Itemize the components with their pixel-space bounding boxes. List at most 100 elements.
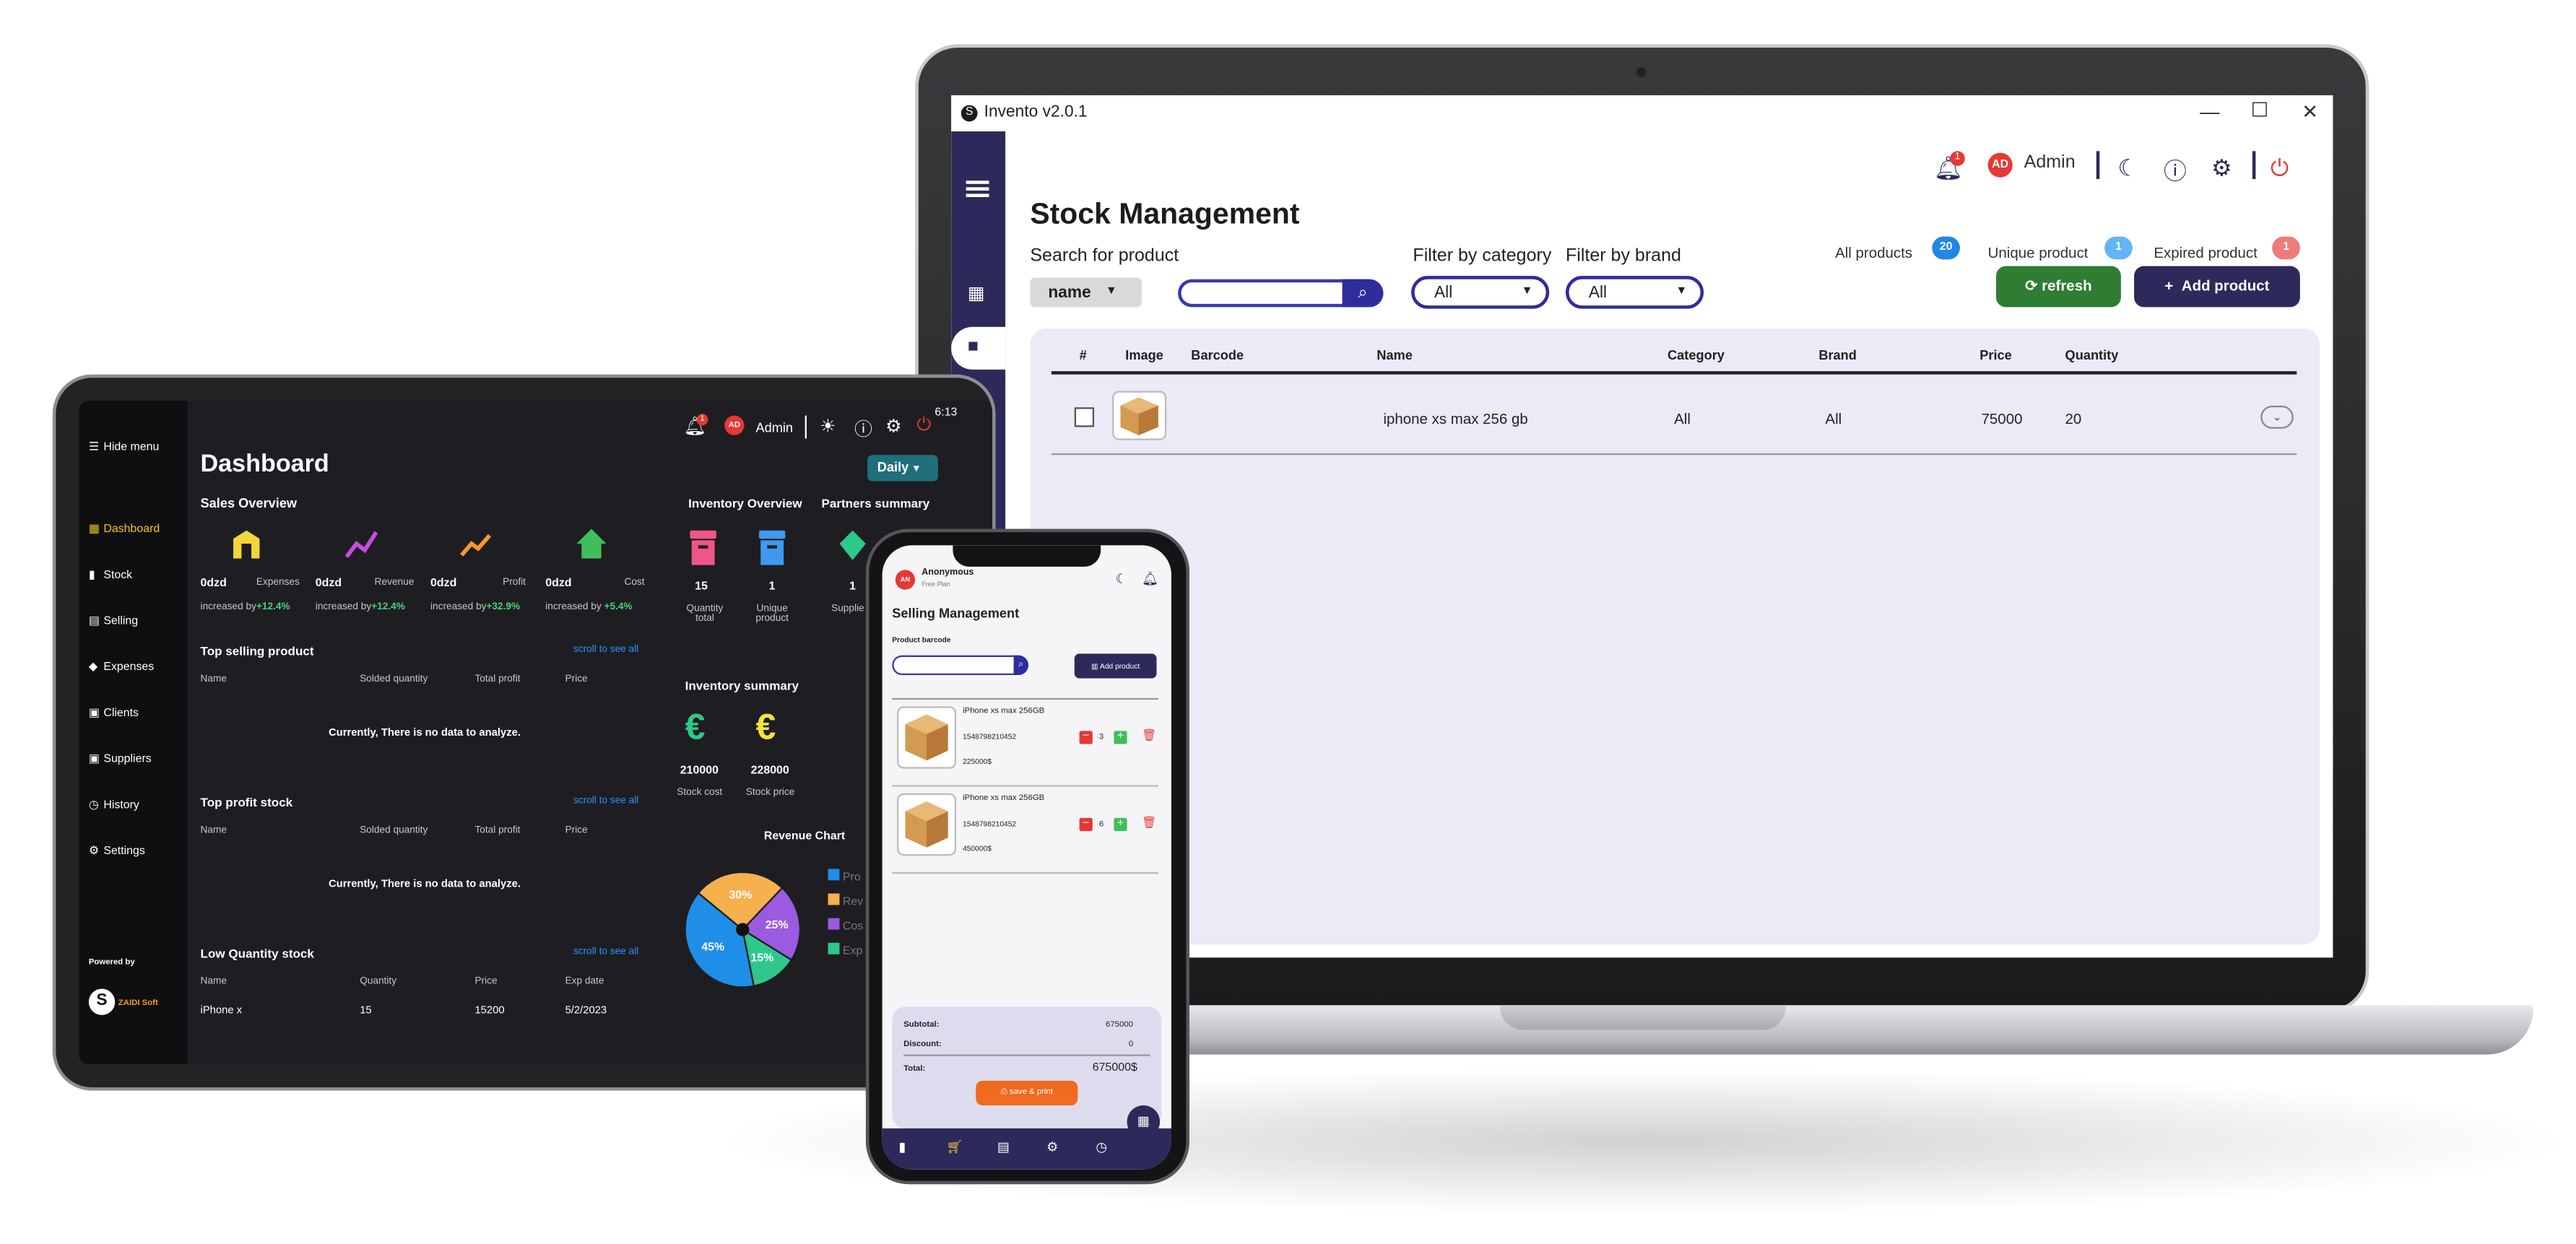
category-filter-dropdown[interactable]: All ▼ xyxy=(1411,276,1550,309)
history-icon[interactable]: ◷ xyxy=(1096,1140,1107,1154)
cart-item[interactable]: iPhone xs max 256GB 1548798210452 450000… xyxy=(892,790,1158,869)
powered-by-label: Powered by xyxy=(88,957,135,967)
search-icon[interactable]: ⌕ xyxy=(1342,279,1384,308)
product-table: # Image Barcode Name Category Brand Pric… xyxy=(1030,328,2320,945)
sidebar-item-clients[interactable]: ▣ Clients xyxy=(89,706,139,719)
sidebar-item-settings[interactable]: ⚙ Settings xyxy=(89,844,145,858)
quantity-total-value: 15 xyxy=(695,581,708,593)
sun-icon[interactable]: ☀ xyxy=(820,416,836,437)
hide-menu-button[interactable]: ☰ Hide menu xyxy=(89,440,160,453)
product-thumbnail xyxy=(1112,391,1167,440)
divider xyxy=(892,871,1158,874)
info-icon[interactable]: ⓘ xyxy=(2164,155,2187,187)
add-product-button[interactable]: ▥ Add product xyxy=(1074,653,1157,679)
menu-icon: ☰ xyxy=(88,441,100,453)
sidebar-item-label: Dashboard xyxy=(103,523,160,536)
row-price: 75000 xyxy=(1981,410,2023,427)
gear-icon[interactable]: ⚙ xyxy=(885,416,901,437)
legend-label: Cos xyxy=(842,921,864,934)
sidebar-item-expenses[interactable]: ◆ Expenses xyxy=(89,661,154,674)
sidebar-item-selling[interactable]: ▤ Selling xyxy=(89,614,138,627)
top-profit-link[interactable]: scroll to see all xyxy=(573,796,638,806)
gear-icon[interactable]: ⚙ xyxy=(2211,155,2232,183)
profit-icon xyxy=(460,526,493,562)
pie-slice-label: 25% xyxy=(766,919,789,931)
avatar[interactable]: AD xyxy=(724,415,745,435)
low-qty-cell: 15 xyxy=(360,1005,372,1017)
user-name[interactable]: Admin xyxy=(2024,153,2076,173)
sidebar-item-history[interactable]: ◷ History xyxy=(89,799,139,812)
decrement-button[interactable]: − xyxy=(1079,731,1093,744)
user-name[interactable]: Admin xyxy=(755,420,793,435)
receipt-icon[interactable]: ▤ xyxy=(997,1140,1010,1154)
sidebar-item-dashboard[interactable]: ▦ Dashboard xyxy=(89,522,160,536)
row-checkbox[interactable] xyxy=(1074,407,1095,427)
trash-icon[interactable]: 🗑︎ xyxy=(1142,729,1156,742)
brand-logo-icon: S xyxy=(88,988,116,1015)
top-profit-title: Top profit stock xyxy=(200,795,293,810)
add-product-button[interactable]: + Add product xyxy=(2134,266,2300,308)
refresh-button[interactable]: ⟳ refresh xyxy=(1996,266,2121,308)
save-print-button[interactable]: ⎙ save & print xyxy=(976,1080,1078,1106)
item-qty: 6 xyxy=(1098,819,1104,830)
stat-label-expired: Expired product xyxy=(2154,244,2258,261)
gear-icon[interactable]: ⚙ xyxy=(1046,1140,1058,1154)
divider xyxy=(903,1054,1150,1056)
minimize-icon[interactable]: — xyxy=(2200,100,2219,123)
avatar[interactable]: AD xyxy=(1987,152,2013,178)
barcode-input[interactable] xyxy=(892,655,1027,675)
sidebar-item-label: Expenses xyxy=(103,661,155,674)
menu-icon[interactable] xyxy=(966,180,989,184)
product-thumbnail xyxy=(897,706,956,769)
top-selling-link[interactable]: scroll to see all xyxy=(573,645,638,656)
col-header-category: Category xyxy=(1668,348,1725,363)
sidebar-item-stock[interactable]: ▮ Stock xyxy=(89,568,132,581)
avatar[interactable]: AN xyxy=(895,570,916,590)
increment-button[interactable]: + xyxy=(1114,731,1127,744)
moon-icon[interactable]: ☾ xyxy=(1116,572,1127,586)
notification-badge: 1 xyxy=(696,414,708,426)
period-dropdown[interactable]: Daily ▼ xyxy=(867,455,938,482)
revenue-pie-chart: 30% 25% 15% 45% xyxy=(684,871,802,988)
search-icon[interactable]: ⌕ xyxy=(1013,655,1029,675)
product-showcase: S Invento v2.0.1 — ☐ ✕ ▦ ■ 🔔︎ 1 AD Admin… xyxy=(0,0,2576,1244)
legend-label: Pro xyxy=(842,871,861,884)
stock-icon[interactable]: ▮ xyxy=(898,1140,906,1154)
increment-button[interactable]: + xyxy=(1114,817,1127,832)
sales-overview-title: Sales Overview xyxy=(200,496,298,511)
low-quantity-link[interactable]: scroll to see all xyxy=(573,948,638,958)
divider xyxy=(2252,151,2256,179)
box-icon xyxy=(688,527,718,567)
sidebar-item-label: History xyxy=(103,799,139,812)
sidebar-item-label: Settings xyxy=(103,845,145,858)
search-mode-dropdown[interactable]: name ▼ xyxy=(1030,277,1142,308)
decrement-button[interactable]: − xyxy=(1079,817,1093,832)
legend-swatch xyxy=(828,918,840,930)
expand-row-icon[interactable]: ⌄ xyxy=(2260,405,2294,429)
close-icon[interactable]: ✕ xyxy=(2302,100,2318,123)
info-icon[interactable]: ⓘ xyxy=(854,416,872,442)
legend-label: Exp xyxy=(842,946,863,958)
revenue-chart-title: Revenue Chart xyxy=(763,831,846,843)
power-icon[interactable]: ⏻ xyxy=(2271,155,2289,183)
item-name: iPhone xs max 256GB xyxy=(963,793,1045,804)
bell-icon[interactable]: 🔔︎ xyxy=(1142,572,1158,586)
cost-label: Cost xyxy=(624,578,645,588)
brand-filter-dropdown[interactable]: All ▼ xyxy=(1565,276,1704,309)
handshake-icon xyxy=(838,527,867,563)
cart-item[interactable]: iPhone xs max 256GB 1548798210452 225000… xyxy=(892,703,1158,782)
sidebar-item-stock[interactable]: ■ xyxy=(951,326,1006,370)
cart-icon[interactable]: 🛒︎ xyxy=(946,1140,963,1154)
label-line: Unique xyxy=(756,604,788,614)
power-icon[interactable]: ⏻ xyxy=(916,416,931,438)
sidebar-item-suppliers[interactable]: ▣ Suppliers xyxy=(89,752,152,765)
plus-icon: + xyxy=(2164,277,2182,295)
maximize-icon[interactable]: ☐ xyxy=(2251,98,2268,121)
stock-icon: ■ xyxy=(967,336,979,357)
table-row[interactable]: iphone xs max 256 gb All All 75000 20 ⌄ xyxy=(1030,378,2320,453)
trend-prefix: increased by xyxy=(315,602,372,613)
moon-icon[interactable]: ☾ xyxy=(2117,155,2138,183)
trash-icon[interactable]: 🗑︎ xyxy=(1142,817,1156,830)
revenue-value: 0dzd xyxy=(315,578,342,590)
dashboard-icon[interactable]: ▦ xyxy=(968,282,987,304)
